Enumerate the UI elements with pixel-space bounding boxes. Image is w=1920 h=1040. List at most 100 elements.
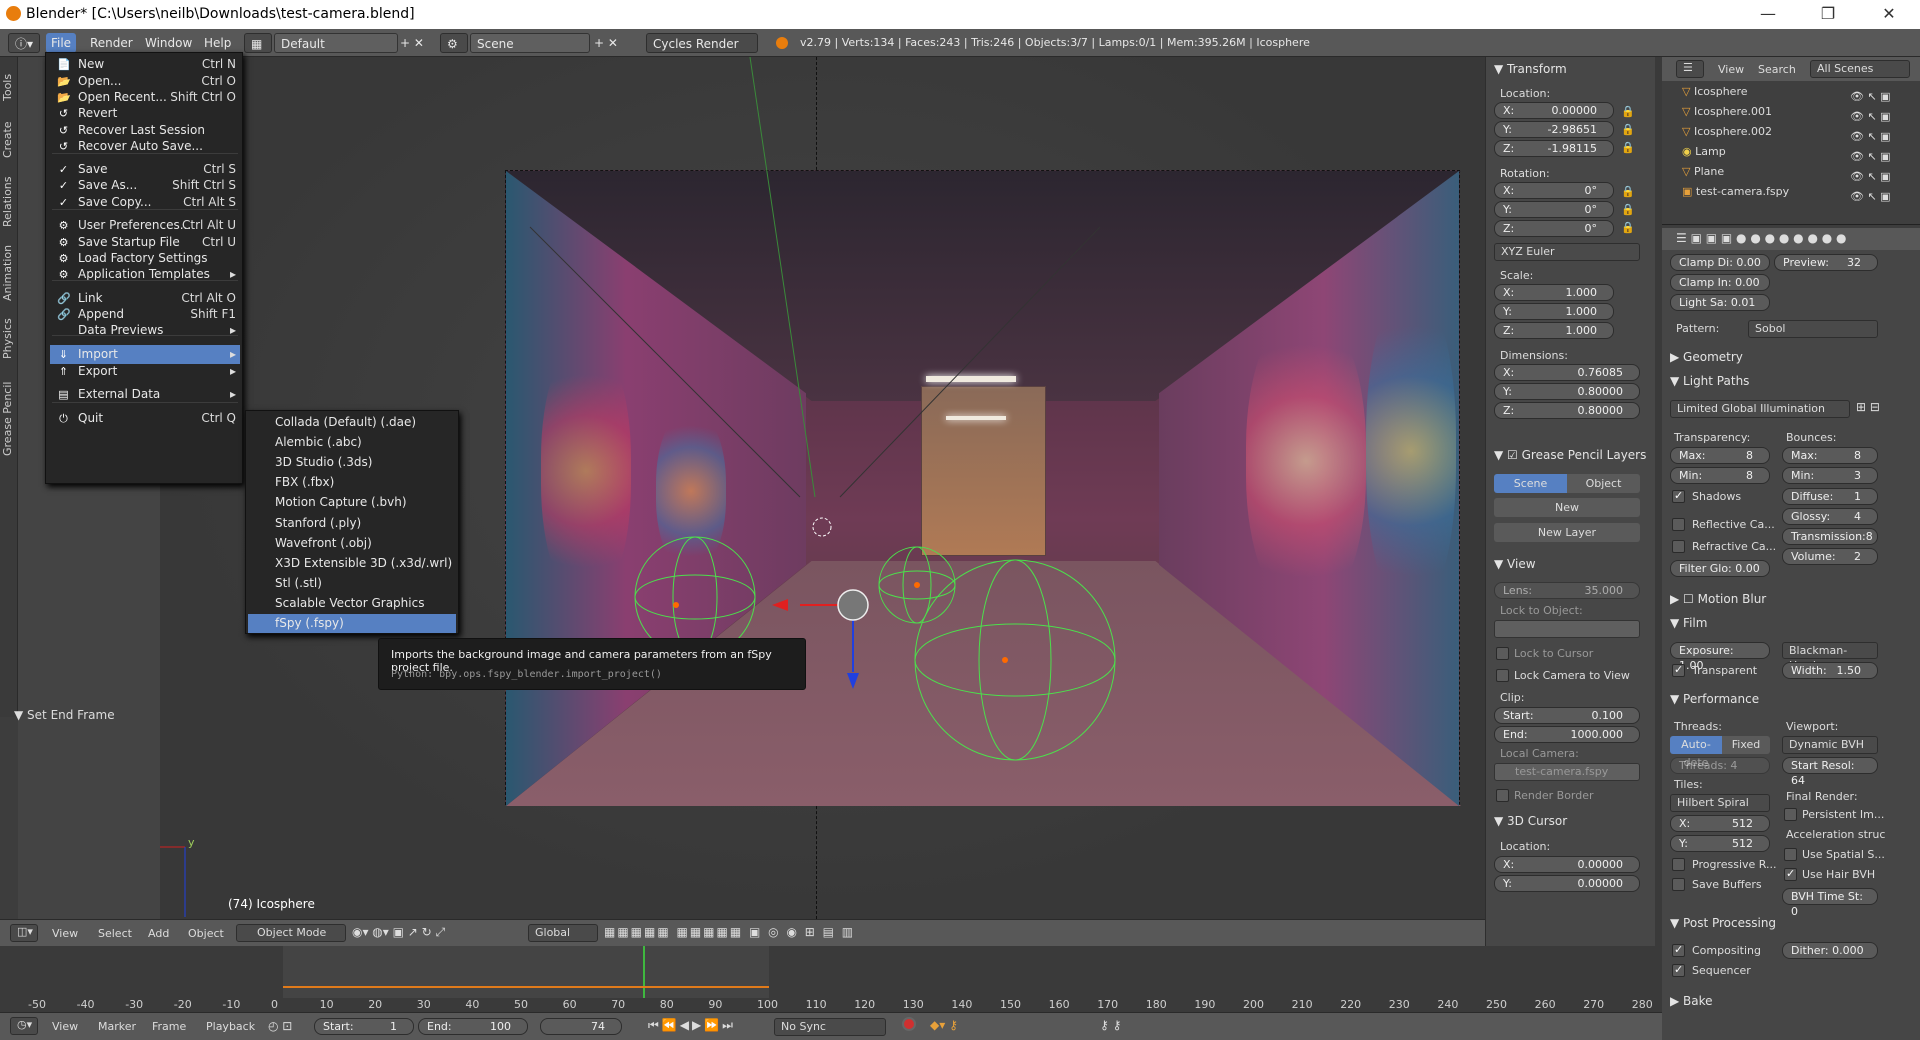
location-z-field[interactable]: Z: -1.98115	[1494, 140, 1614, 157]
outliner-item[interactable]: ▽ Icosphere	[1682, 85, 1748, 98]
menu-file[interactable]: File	[46, 33, 76, 53]
import-item-collada-default-dae[interactable]: Collada (Default) (.dae)	[248, 413, 456, 432]
bounces-max-field[interactable]: Max: 8	[1782, 447, 1878, 464]
grease-pencil-panel-header[interactable]: ▼ ☑ Grease Pencil Layers	[1494, 448, 1646, 462]
menu-window[interactable]: Window	[145, 33, 192, 53]
scrollbar[interactable]	[1655, 57, 1662, 1040]
persistent-images-checkbox[interactable]	[1784, 808, 1797, 821]
preview-samples-field[interactable]: Preview: 32	[1774, 254, 1878, 271]
timeline-view-menu[interactable]: View	[52, 1020, 78, 1033]
timeline[interactable]: -50 -40 -30 -20 -10 0 10 20 30 40 50 60 70 80 90 100 110…	[0, 946, 1662, 1012]
visibility-icons[interactable]: 👁 ↖ ▣ 👁 ↖ ▣ 👁 ↖ ▣ 👁 ↖ ▣ 👁 ↖ ▣ 👁 ↖ ▣	[1850, 87, 1891, 207]
record-icon[interactable]	[902, 1017, 916, 1031]
view-menu[interactable]: View	[52, 927, 78, 940]
tile-x-field[interactable]: X: 512	[1670, 815, 1770, 832]
orientation-dropdown[interactable]: Global	[528, 924, 598, 942]
rotation-x-field[interactable]: X: 0°	[1494, 182, 1614, 199]
playback-controls[interactable]: ⏮⏪◀▶⏩⏭	[648, 1018, 736, 1033]
properties-tabs-icons[interactable]: ☰ ▣ ▣ ▣ ● ● ● ● ● ● ● ●	[1676, 231, 1847, 245]
bvh-type-dropdown[interactable]: Dynamic BVH	[1782, 736, 1878, 754]
volume-bounces-field[interactable]: Volume: 2	[1782, 548, 1878, 565]
view-panel-header[interactable]: ▼ View	[1494, 557, 1536, 571]
import-item-3d-studio-3ds[interactable]: 3D Studio (.3ds)	[248, 453, 456, 472]
light-paths-panel-header[interactable]: ▼ Light Paths	[1670, 374, 1749, 388]
reflective-caustics-checkbox[interactable]	[1672, 518, 1685, 531]
film-panel-header[interactable]: ▼ Film	[1670, 616, 1707, 630]
threads-fixed-tab[interactable]: Fixed	[1722, 736, 1770, 754]
scale-z-field[interactable]: Z: 1.000	[1494, 322, 1614, 339]
lock-object-field[interactable]	[1494, 620, 1640, 638]
frame-menu[interactable]: Frame	[152, 1020, 186, 1033]
tab-create[interactable]: Create	[1, 115, 17, 165]
start-frame-field[interactable]: Start: 1	[314, 1018, 414, 1035]
keying-set-field[interactable]	[966, 1018, 1066, 1036]
compositing-checkbox[interactable]	[1672, 943, 1685, 957]
grease-new-button[interactable]: New	[1494, 498, 1640, 517]
import-item-wavefront-obj[interactable]: Wavefront (.obj)	[248, 534, 456, 553]
grease-object-tab[interactable]: Object	[1567, 474, 1640, 493]
grease-scene-tab[interactable]: Scene	[1494, 474, 1567, 493]
minimize-button[interactable]: —	[1745, 2, 1791, 26]
add-menu[interactable]: Add	[148, 927, 169, 940]
editor-type-icon[interactable]: ⓘ▾	[8, 33, 40, 53]
menu-help[interactable]: Help	[204, 33, 231, 53]
file-menu-item-application-templates[interactable]: ⚙ Application Templates ▸	[50, 265, 240, 284]
transparent-checkbox[interactable]	[1672, 663, 1685, 677]
hair-bvh-checkbox[interactable]	[1784, 867, 1797, 881]
current-frame-field[interactable]: 74	[540, 1018, 622, 1035]
marker-menu[interactable]: Marker	[98, 1020, 136, 1033]
post-processing-panel-header[interactable]: ▼ Post Processing	[1670, 916, 1776, 930]
tab-physics[interactable]: Physics	[1, 313, 17, 365]
performance-panel-header[interactable]: ▼ Performance	[1670, 692, 1759, 706]
import-item-fspy-fspy[interactable]: fSpy (.fspy)	[248, 614, 456, 633]
location-y-field[interactable]: Y: -2.98651	[1494, 121, 1614, 138]
dimension-y-field[interactable]: Y: 0.80000	[1494, 383, 1640, 400]
rotation-z-field[interactable]: Z: 0°	[1494, 220, 1614, 237]
import-item-fbx-fbx[interactable]: FBX (.fbx)	[248, 473, 456, 492]
preview-range-icons[interactable]: ◴ ⊡	[268, 1019, 292, 1033]
transmission-bounces-field[interactable]: Transmission:8	[1782, 528, 1878, 545]
add-layout-icon[interactable]: + ✕	[400, 33, 424, 53]
editor-type-icon[interactable]: ◷▾	[10, 1017, 38, 1035]
tab-animation[interactable]: Animation	[1, 239, 17, 307]
outliner-item[interactable]: ▽ Plane	[1682, 165, 1724, 178]
import-item-x3d-extensible-3d-x3d-wrl[interactable]: X3D Extensible 3D (.x3d/.wrl)	[248, 554, 456, 573]
location-x-field[interactable]: X: 0.00000	[1494, 102, 1614, 119]
outliner-item[interactable]: ◉ Lamp	[1682, 145, 1726, 158]
render-border-checkbox[interactable]	[1496, 789, 1509, 802]
tab-grease-pencil[interactable]: Grease Pencil	[1, 371, 17, 467]
keyframe-icons[interactable]: ◆▾ ⚷	[930, 1018, 958, 1032]
rotation-y-field[interactable]: Y: 0°	[1494, 201, 1614, 218]
filter-width-field[interactable]: Width: 1.50	[1782, 662, 1878, 679]
import-item-alembic-abc[interactable]: Alembic (.abc)	[248, 433, 456, 452]
bounces-min-field[interactable]: Min: 3	[1782, 467, 1878, 484]
clamp-direct-field[interactable]: Clamp Di: 0.00	[1670, 254, 1770, 271]
dither-field[interactable]: Dither: 0.000	[1782, 942, 1878, 959]
screen-layout-icon[interactable]: ▦	[244, 33, 272, 53]
object-menu[interactable]: Object	[188, 927, 224, 940]
layer-buttons[interactable]: ▦▦▦▦▦ ▦▦▦▦▦ ▣ ◎ ◉ ⊞ ▤ ▥	[604, 925, 855, 939]
sequencer-checkbox[interactable]	[1672, 963, 1685, 977]
3d-cursor-panel-header[interactable]: ▼ 3D Cursor	[1494, 814, 1567, 828]
motion-blur-panel-header[interactable]: ▶ ☐ Motion Blur	[1670, 592, 1766, 606]
tab-tools[interactable]: Tools	[1, 65, 17, 109]
display-mode-dropdown[interactable]: All Scenes	[1810, 60, 1910, 78]
local-camera-field[interactable]: test-camera.fspy	[1494, 763, 1640, 781]
clip-start-field[interactable]: Start: 0.100	[1494, 707, 1640, 724]
geometry-panel-header[interactable]: ▶ Geometry	[1670, 350, 1743, 364]
lock-rotation-icon[interactable]: 🔒 🔒 🔒	[1621, 183, 1641, 237]
file-menu-item-export[interactable]: ⇑ Export ▸	[50, 362, 240, 381]
import-item-scalable-vector-graphics-svg[interactable]: Scalable Vector Graphics (.svg)	[248, 594, 456, 629]
lock-cursor-checkbox[interactable]	[1496, 647, 1509, 660]
scale-x-field[interactable]: X: 1.000	[1494, 284, 1614, 301]
end-frame-field[interactable]: End: 100	[418, 1018, 528, 1035]
import-item-stl-stl[interactable]: Stl (.stl)	[248, 574, 456, 593]
diffuse-bounces-field[interactable]: Diffuse: 1	[1782, 488, 1878, 505]
render-engine-dropdown[interactable]: Cycles Render	[646, 33, 758, 53]
tile-y-field[interactable]: Y: 512	[1670, 835, 1770, 852]
preset-add-remove-icons[interactable]: ⊞ ⊟	[1856, 400, 1880, 414]
screen-layout-dropdown[interactable]: Default	[274, 33, 398, 53]
threads-auto-detect-tab[interactable]: Auto-dete	[1670, 736, 1722, 769]
transform-panel-header[interactable]: ▼ Transform	[1494, 62, 1567, 76]
scale-y-field[interactable]: Y: 1.000	[1494, 303, 1614, 320]
